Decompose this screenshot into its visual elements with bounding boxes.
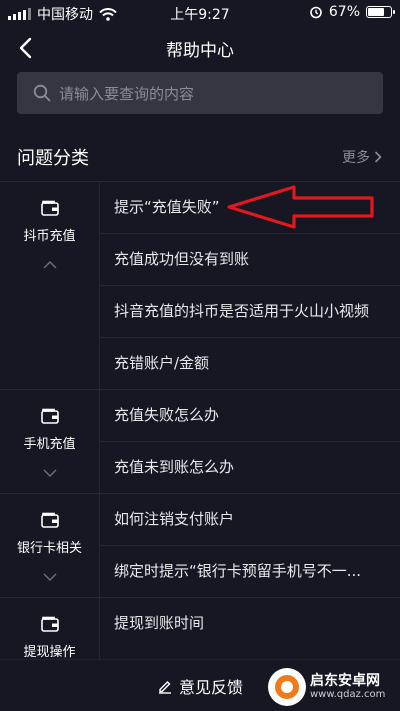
nav-bar: 帮助中心 — [0, 26, 400, 70]
wallet-icon — [40, 616, 59, 632]
feedback-label: 意见反馈 — [178, 678, 243, 697]
category-label: 手机充值 — [23, 437, 76, 452]
help-question-item[interactable]: 抖音充值的抖币是否适用于火山小视频 — [100, 286, 400, 338]
watermark-domain: www.qdaz.com — [310, 689, 386, 700]
help-question-item[interactable]: 提现到账时间 — [100, 598, 400, 649]
search-input[interactable] — [57, 72, 371, 116]
page-title: 帮助中心 — [166, 41, 234, 61]
more-link[interactable]: 更多 — [342, 147, 382, 167]
category-group: 银行卡相关 如何注销支付账户 绑定时提示“银行卡预留手机号不一... — [0, 494, 400, 598]
annotation-arrow — [227, 185, 374, 229]
help-question-item[interactable]: 充错账户/金额 — [100, 338, 400, 389]
help-question-item[interactable]: 充值失败怎么办 — [100, 390, 400, 442]
category-list: 抖币充值 提示“充值失败” 充值成功但没有到账 抖音充值的抖币是否适用于火山小视频 充错… — [0, 181, 400, 660]
battery-icon — [366, 6, 395, 18]
category-items: 如何注销支付账户 绑定时提示“银行卡预留手机号不一... — [100, 494, 400, 597]
category-label: 提现操作 — [23, 645, 76, 660]
chevron-down-icon[interactable] — [43, 572, 57, 582]
wallet-icon — [40, 408, 59, 424]
category-group: 手机充值 充值失败怎么办 充值未到账怎么办 — [0, 390, 400, 494]
help-question-item[interactable]: 充值成功但没有到账 — [100, 234, 400, 286]
chevron-right-icon — [374, 151, 382, 163]
section-title: 问题分类 — [17, 148, 89, 169]
search-bar[interactable] — [17, 72, 383, 116]
category-group: 提现操作 提现到账时间 — [0, 598, 400, 660]
more-label: 更多 — [342, 150, 370, 166]
help-question-item[interactable]: 绑定时提示“银行卡预留手机号不一... — [100, 546, 400, 597]
help-question-item[interactable]: 如何注销支付账户 — [100, 494, 400, 546]
help-question-item[interactable]: 充值未到账怎么办 — [100, 442, 400, 493]
category-items: 提现到账时间 — [100, 598, 400, 660]
alarm-icon — [310, 6, 322, 19]
category-label: 抖币充值 — [23, 229, 76, 244]
search-icon — [33, 84, 51, 102]
chevron-down-icon[interactable] — [43, 468, 57, 478]
category-tab[interactable]: 手机充值 — [0, 390, 100, 493]
status-bar: 中国移动 上午9:27 67% — [0, 0, 400, 26]
category-tab[interactable]: 银行卡相关 — [0, 494, 100, 597]
category-tab[interactable]: 提现操作 — [0, 598, 100, 660]
watermark: 启东安卓网 www.qdaz.com — [268, 668, 396, 706]
battery-fill — [368, 8, 385, 16]
chevron-up-icon[interactable] — [43, 260, 57, 270]
wallet-icon — [40, 200, 59, 216]
wallet-icon — [40, 512, 59, 528]
category-items: 充值失败怎么办 充值未到账怎么办 — [100, 390, 400, 493]
edit-icon — [158, 681, 171, 694]
category-tab[interactable]: 抖币充值 — [0, 182, 100, 389]
watermark-name: 启东安卓网 — [310, 673, 380, 689]
battery-percent: 67% — [328, 4, 360, 20]
watermark-logo-icon — [268, 668, 306, 706]
category-label: 银行卡相关 — [16, 541, 82, 556]
